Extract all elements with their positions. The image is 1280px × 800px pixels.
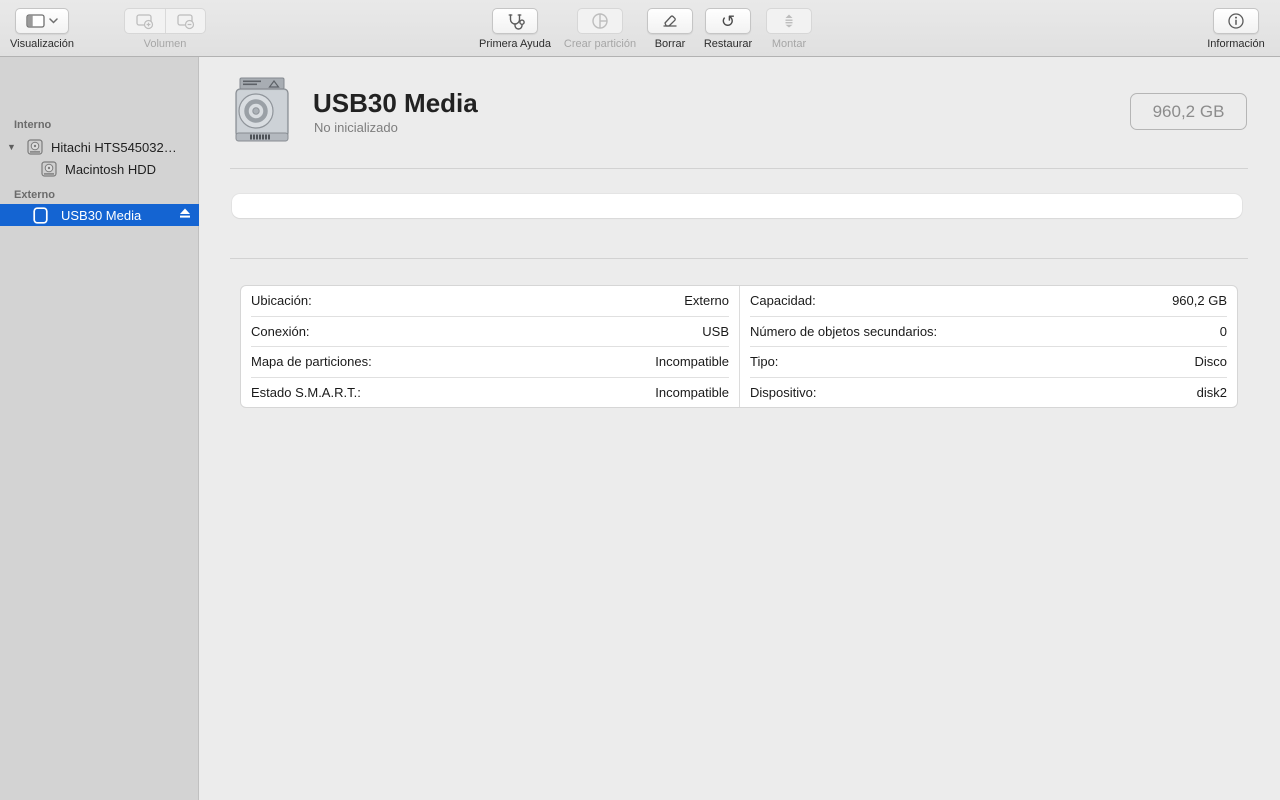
internal-volume-icon: [41, 161, 57, 177]
restore-button[interactable]: ↺: [705, 8, 751, 34]
detail-value: Incompatible: [655, 354, 729, 370]
detail-label: Mapa de particiones:: [251, 354, 372, 370]
sidebar-item-label: Macintosh HDD: [65, 161, 157, 177]
sidebar-item-label: USB30 Media: [61, 207, 142, 223]
toolbar: Visualización Volumen Primera Ayuda Crea…: [0, 0, 1280, 57]
detail-row-location: Ubicación: Externo: [241, 286, 739, 316]
restore-arrow-icon: ↺: [720, 11, 736, 31]
detail-row-type: Tipo: Disco: [740, 347, 1237, 377]
toolbar-item-info: Información: [1200, 8, 1272, 50]
detail-label: Ubicación:: [251, 293, 312, 309]
chevron-down-icon: [49, 18, 58, 24]
detail-row-device: Dispositivo: disk2: [740, 378, 1237, 408]
disclosure-triangle-icon[interactable]: ▼: [7, 142, 16, 152]
detail-label: Estado S.M.A.R.T.:: [251, 384, 361, 400]
detail-label: Número de objetos secundarios:: [750, 323, 938, 339]
erase-label: Borrar: [654, 38, 686, 50]
eject-icon[interactable]: [179, 207, 191, 219]
mount-label: Montar: [771, 38, 807, 50]
detail-value: 0: [1219, 323, 1227, 339]
info-button[interactable]: [1213, 8, 1259, 34]
detail-row-partition-map: Mapa de particiones: Incompatible: [241, 347, 739, 377]
volume-label: Volumen: [143, 38, 187, 50]
hard-disk-icon: [234, 77, 290, 145]
detail-value: Incompatible: [655, 384, 729, 400]
detail-row-smart-status: Estado S.M.A.R.T.: Incompatible: [241, 378, 739, 408]
detail-label: Conexión:: [251, 323, 310, 339]
toolbar-item-partition: Crear partición: [557, 8, 643, 50]
page-subtitle: No inicializado: [314, 120, 398, 135]
mount-icon: [785, 14, 793, 28]
detail-value: disk2: [1196, 384, 1227, 400]
external-disk-icon: [33, 206, 48, 224]
divider: [230, 168, 1248, 169]
first-aid-label: Primera Ayuda: [479, 38, 551, 50]
detail-label: Tipo:: [750, 354, 779, 370]
stethoscope-icon: [508, 14, 525, 30]
add-volume-icon: [136, 13, 154, 29]
space-usage-bar: [232, 194, 1242, 218]
main-content: USB30 Media No inicializado 960,2 GB Ubi…: [200, 57, 1280, 800]
restore-label: Restaurar: [703, 38, 753, 50]
mount-button[interactable]: [766, 8, 812, 34]
sidebar-item-label: Hitachi HTS545032…: [51, 139, 177, 155]
disk-details-table: Ubicación: Externo Conexión: USB Mapa de…: [240, 285, 1238, 408]
sidebar-item-macintosh-hdd[interactable]: Macintosh HDD: [0, 159, 199, 179]
sidebar-view-icon: [26, 14, 45, 28]
toolbar-item-restore: ↺ Restaurar: [697, 8, 759, 50]
disk-utility-window: Visualización Volumen Primera Ayuda Crea…: [0, 0, 1280, 800]
sidebar: Interno ▼ Hitachi HTS545032… Macintosh H…: [0, 57, 199, 800]
view-button[interactable]: [15, 8, 69, 34]
detail-row-connection: Conexión: USB: [241, 317, 739, 347]
toolbar-item-erase: Borrar: [645, 8, 695, 50]
toolbar-item-volume: Volumen: [124, 8, 206, 50]
detail-value: 960,2 GB: [1172, 293, 1227, 309]
remove-volume-button[interactable]: [165, 9, 205, 33]
partition-label: Crear partición: [563, 38, 637, 50]
toolbar-item-view: Visualización: [6, 8, 78, 50]
volume-segment: [124, 8, 206, 34]
detail-row-child-count: Número de objetos secundarios: 0: [740, 317, 1237, 347]
capacity-badge: 960,2 GB: [1130, 93, 1247, 130]
remove-volume-icon: [176, 13, 194, 29]
details-column-right: Capacidad: 960,2 GB Número de objetos se…: [739, 286, 1237, 407]
internal-disk-icon: [27, 139, 43, 155]
page-title: USB30 Media: [313, 88, 478, 118]
toolbar-item-first-aid: Primera Ayuda: [477, 8, 553, 50]
erase-button[interactable]: [647, 8, 693, 34]
view-label: Visualización: [9, 38, 74, 50]
sidebar-item-hitachi[interactable]: ▼ Hitachi HTS545032…: [0, 137, 199, 157]
partition-button[interactable]: [577, 8, 623, 34]
eraser-icon: [663, 15, 677, 27]
info-label: Información: [1207, 38, 1265, 50]
detail-value: Externo: [684, 293, 729, 309]
toolbar-item-mount: Montar: [763, 8, 815, 50]
first-aid-button[interactable]: [492, 8, 538, 34]
add-volume-button[interactable]: [125, 9, 165, 33]
sidebar-section-internal: Interno: [14, 119, 52, 131]
detail-value: Disco: [1194, 354, 1227, 370]
partition-pie-icon: [592, 13, 608, 29]
detail-label: Capacidad:: [750, 293, 816, 309]
info-icon: [1228, 13, 1244, 29]
sidebar-item-usb30-media[interactable]: USB30 Media: [0, 204, 199, 226]
divider: [230, 258, 1248, 259]
detail-value: USB: [702, 323, 729, 339]
sidebar-section-external: Externo: [14, 189, 55, 201]
detail-label: Dispositivo:: [750, 384, 817, 400]
details-column-left: Ubicación: Externo Conexión: USB Mapa de…: [241, 286, 739, 407]
detail-row-capacity: Capacidad: 960,2 GB: [740, 286, 1237, 316]
